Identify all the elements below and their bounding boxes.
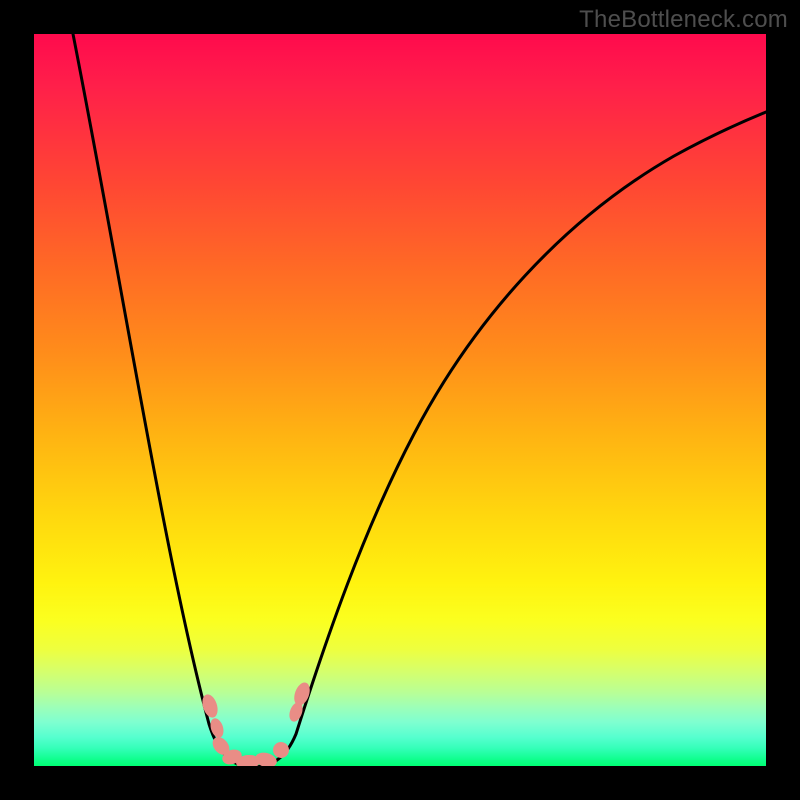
- data-markers: [200, 680, 313, 766]
- data-marker: [208, 717, 226, 740]
- chart-svg: [34, 34, 766, 766]
- watermark-text: TheBottleneck.com: [579, 6, 788, 34]
- plot-area: [34, 34, 766, 766]
- bottleneck-curve: [73, 34, 766, 766]
- chart-frame: TheBottleneck.com: [0, 0, 800, 800]
- bottleneck-curve-group: [73, 34, 766, 766]
